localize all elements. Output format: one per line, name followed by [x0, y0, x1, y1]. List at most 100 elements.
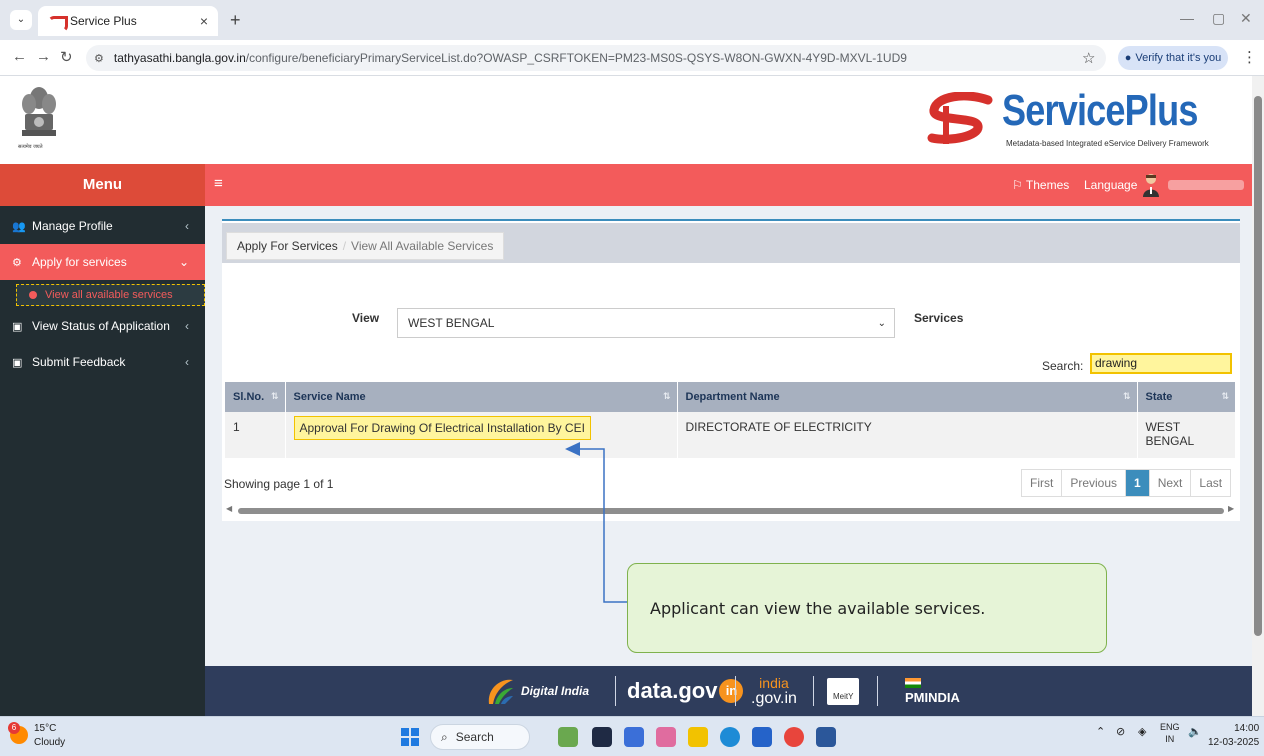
sidebar-subitem-label: View all available services	[45, 289, 173, 301]
forward-arrow-icon[interactable]: →	[36, 48, 51, 65]
language-link[interactable]: Language	[1084, 164, 1137, 206]
column-header-service-name[interactable]: Service Name ⇅	[285, 382, 678, 412]
browser-tab[interactable]: Service Plus ×	[38, 6, 218, 36]
file-explorer-icon[interactable]	[688, 727, 708, 747]
data-gov-badge: in	[719, 679, 744, 703]
users-icon: 👥	[12, 220, 26, 233]
breadcrumb: Apply For Services / View All Available …	[226, 232, 505, 260]
cell-department: DIRECTORATE OF ELECTRICITY	[677, 412, 1138, 458]
search-input[interactable]: drawing	[1090, 353, 1232, 374]
sidebar-item-submit-feedback[interactable]: ▣ Submit Feedback ‹	[0, 344, 205, 380]
sort-icon: ⇅	[1122, 391, 1131, 401]
column-header-department[interactable]: Department Name ⇅	[677, 382, 1138, 412]
user-name-redacted[interactable]	[1168, 180, 1244, 190]
pager-next[interactable]: Next	[1150, 470, 1192, 496]
square-icon: ▣	[12, 356, 23, 369]
view-label: View	[352, 311, 380, 325]
system-clock[interactable]: 14:00 12-03-2025	[1208, 722, 1259, 750]
cell-state: WEST BENGAL	[1137, 412, 1235, 458]
scroll-right-icon[interactable]: ▶	[1228, 504, 1234, 513]
windows-start-icon[interactable]	[401, 728, 419, 746]
india-gov-bottom: .gov.in	[751, 690, 797, 707]
verify-identity-button[interactable]: ● Verify that it's you	[1118, 46, 1228, 70]
task-view-icon[interactable]	[592, 727, 612, 747]
kebab-menu-icon[interactable]: ⋮	[1242, 48, 1257, 66]
edge-browser-icon[interactable]	[720, 727, 740, 747]
copilot-icon[interactable]	[656, 727, 676, 747]
widgets-icon[interactable]	[624, 727, 644, 747]
digital-india-logo[interactable]: Digital India	[483, 666, 589, 716]
star-icon[interactable]: ☆	[1082, 49, 1095, 67]
new-tab-button[interactable]: +	[230, 10, 241, 31]
breadcrumb-apply-for-services[interactable]: Apply For Services	[237, 239, 338, 253]
pager-previous[interactable]: Previous	[1062, 470, 1127, 496]
taskbar-search[interactable]: ⌕ Search	[430, 724, 530, 750]
network-icon[interactable]: ⊘	[1116, 725, 1125, 738]
national-emblem-icon: सत्यमेव जयते	[18, 87, 56, 150]
scrollbar-thumb[interactable]	[1254, 96, 1262, 636]
scroll-left-icon[interactable]: ◀	[226, 504, 232, 513]
cogs-icon: ⚙	[12, 256, 22, 269]
tab-dropdown-icon[interactable]: ⌄	[10, 10, 32, 30]
minimize-icon[interactable]: —	[1180, 10, 1194, 26]
serviceplus-logo[interactable]: ServicePlus Metadata-based Integrated eS…	[926, 82, 1246, 158]
services-label: Services	[914, 311, 964, 325]
india-gov-logo[interactable]: india .gov.in	[751, 666, 797, 716]
hamburger-menu-icon[interactable]: ≡	[214, 175, 223, 192]
back-arrow-icon[interactable]: ←	[12, 48, 27, 65]
search-icon: ⌕	[441, 729, 448, 744]
user-avatar-icon[interactable]	[1142, 173, 1160, 197]
scrollbar-thumb[interactable]	[238, 508, 1224, 514]
tray-chevron-up-icon[interactable]: ⌃	[1096, 725, 1105, 738]
data-gov-logo[interactable]: data.gov in	[627, 666, 744, 716]
annotation-callout: Applicant can view the available service…	[627, 563, 1107, 653]
column-header-state[interactable]: State ⇅	[1137, 382, 1235, 412]
logo-name: ServicePlus	[1002, 86, 1198, 135]
weather-sun-icon: 6	[8, 722, 28, 744]
sidebar-subitem-view-all-services[interactable]: View all available services	[16, 284, 205, 306]
sort-icon: ⇅	[1221, 391, 1229, 401]
flag-icon: ⚐	[1012, 178, 1023, 192]
pager-page-1[interactable]: 1	[1126, 470, 1150, 496]
circle-icon	[29, 291, 37, 299]
language-indicator[interactable]: ENG IN	[1160, 721, 1180, 745]
speaker-icon[interactable]: 🔈	[1188, 725, 1202, 738]
sidebar-item-label: Apply for services	[32, 255, 127, 269]
state-select[interactable]: WEST BENGAL ⌄	[397, 308, 895, 338]
pager-first[interactable]: First	[1022, 470, 1063, 496]
themes-link[interactable]: ⚐ Themes	[1012, 164, 1069, 206]
cell-slno: 1	[225, 412, 286, 458]
store-icon[interactable]	[752, 727, 772, 747]
weather-widget[interactable]: 6 15°C Cloudy	[8, 722, 65, 750]
table-row: 1 Approval For Drawing Of Electrical Ins…	[225, 412, 1235, 458]
pmindia-text: PMINDIA	[905, 689, 960, 705]
pmindia-logo[interactable]: PMINDIA	[905, 666, 960, 716]
sidebar-item-view-status[interactable]: ▣ View Status of Application ‹	[0, 308, 205, 344]
column-header-slno[interactable]: Sl.No. ⇅	[225, 382, 286, 412]
sidebar-item-apply-for-services[interactable]: ⚙ Apply for services ⌄	[0, 244, 205, 280]
close-icon[interactable]: ✕	[1240, 10, 1252, 27]
pager-last[interactable]: Last	[1191, 470, 1230, 496]
sidebar-item-manage-profile[interactable]: 👥 Manage Profile ‹	[0, 208, 205, 244]
footer-separator	[615, 676, 616, 706]
vertical-scrollbar[interactable]	[1252, 76, 1264, 716]
serviceplus-favicon-icon	[48, 15, 68, 32]
maximize-icon[interactable]: ▢	[1212, 10, 1225, 27]
india-gov-top: india	[759, 675, 789, 691]
app-icon[interactable]	[558, 727, 578, 747]
chrome-browser-icon[interactable]	[784, 727, 804, 747]
menu-title: Menu	[0, 164, 205, 206]
word-icon[interactable]	[816, 727, 836, 747]
meity-logo[interactable]: MeitY	[827, 666, 860, 716]
meity-text: MeitY	[827, 677, 860, 705]
windows-taskbar: 6 15°C Cloudy ⌕ Search ⌃ ⊘ ◈ ENG IN 🔈 14:…	[0, 716, 1264, 756]
site-settings-icon[interactable]: ⚙	[94, 52, 104, 65]
tab-close-icon[interactable]: ×	[200, 13, 208, 29]
search-label: Search:	[1042, 359, 1084, 373]
horizontal-scrollbar[interactable]: ◀ ▶	[224, 504, 1236, 515]
reload-icon[interactable]: ↻	[60, 48, 73, 66]
profile-icon: ●	[1124, 52, 1132, 64]
copilot-tray-icon[interactable]: ◈	[1138, 725, 1146, 738]
url-bar[interactable]: ⚙ tathyasathi.bangla.gov.in/configure/be…	[86, 45, 1106, 71]
service-link[interactable]: Approval For Drawing Of Electrical Insta…	[293, 416, 591, 440]
